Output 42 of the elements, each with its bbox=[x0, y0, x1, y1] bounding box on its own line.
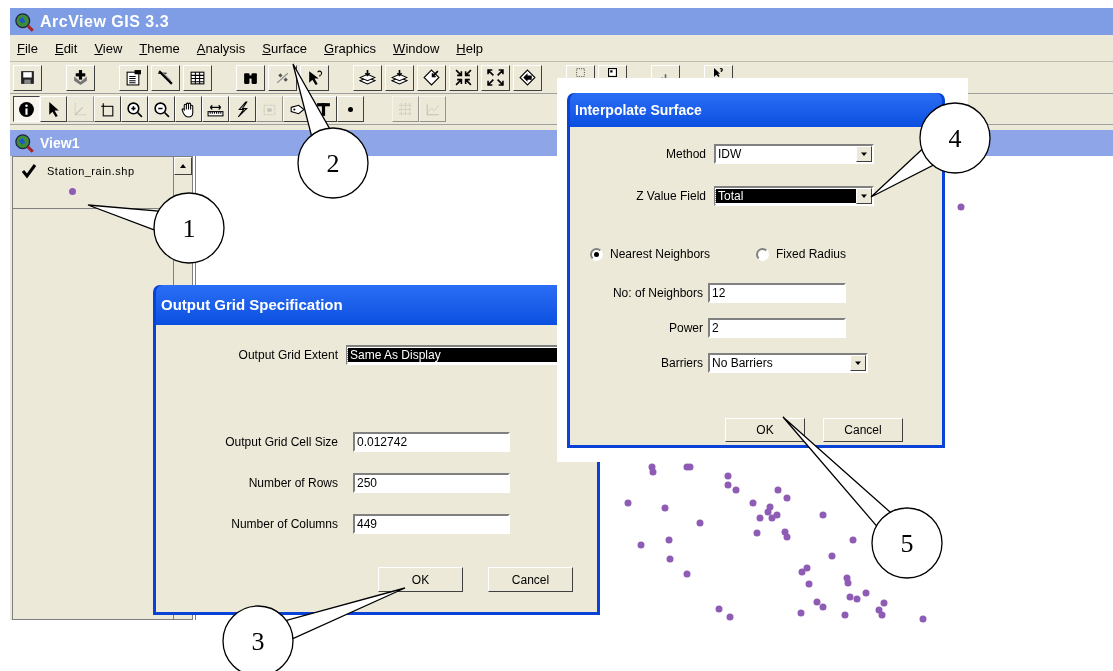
menu-item[interactable]: Surface bbox=[262, 41, 308, 55]
dialog-button[interactable]: Cancel bbox=[823, 418, 903, 442]
dialog-button[interactable]: Cancel bbox=[488, 567, 573, 592]
callout-number: 2 bbox=[326, 149, 340, 178]
view-title: View1 bbox=[40, 133, 80, 153]
menu-item[interactable]: File bbox=[17, 41, 38, 55]
dialog-title: Output Grid Specification bbox=[161, 294, 343, 315]
field-label: Number of Rows bbox=[247, 475, 338, 492]
field-label: Power bbox=[668, 320, 703, 337]
field-label: Barriers bbox=[660, 355, 703, 372]
callout-number: 3 bbox=[251, 627, 265, 656]
callout-number: 5 bbox=[900, 529, 914, 558]
field-label: No: of Neighbors bbox=[611, 285, 703, 302]
menu-item[interactable]: Graphics bbox=[324, 41, 377, 55]
field-label: Output Grid Cell Size bbox=[224, 434, 338, 451]
input-field[interactable]: 449 bbox=[353, 514, 510, 534]
menu-item[interactable]: Analysis bbox=[196, 41, 246, 55]
dropdown[interactable]: IDW bbox=[714, 144, 874, 164]
window-title: ArcView GIS 3.3 bbox=[40, 11, 170, 32]
field-label: Z Value Field bbox=[635, 188, 706, 205]
input-field[interactable]: 2 bbox=[708, 318, 846, 338]
menu-item[interactable]: Window bbox=[393, 41, 440, 55]
dropdown[interactable]: Total bbox=[714, 186, 874, 206]
input-field[interactable]: 0.012742 bbox=[353, 432, 510, 452]
dialog-button[interactable]: OK bbox=[378, 567, 463, 592]
callout-number: 1 bbox=[182, 214, 196, 243]
radio-label: Nearest Neighbors bbox=[610, 246, 711, 263]
dialog-button[interactable]: OK bbox=[725, 418, 805, 442]
menu-item[interactable]: Help bbox=[456, 41, 484, 55]
field-label: Method bbox=[664, 146, 706, 163]
dialog-title: Interpolate Surface bbox=[575, 100, 702, 120]
layer-name: Station_rain.shp bbox=[47, 164, 135, 179]
dropdown[interactable]: No Barriers bbox=[708, 353, 868, 373]
radio-label: Fixed Radius bbox=[776, 246, 847, 263]
input-field[interactable]: 12 bbox=[708, 283, 846, 303]
menu-item[interactable]: View bbox=[94, 41, 123, 55]
field-label: Number of Columns bbox=[230, 516, 338, 533]
menu-item[interactable]: Edit bbox=[54, 41, 78, 55]
field-label: Output Grid Extent bbox=[237, 347, 338, 364]
callout-number: 4 bbox=[948, 124, 962, 153]
input-field[interactable]: 250 bbox=[353, 473, 510, 493]
menu-item[interactable]: Theme bbox=[139, 41, 180, 55]
